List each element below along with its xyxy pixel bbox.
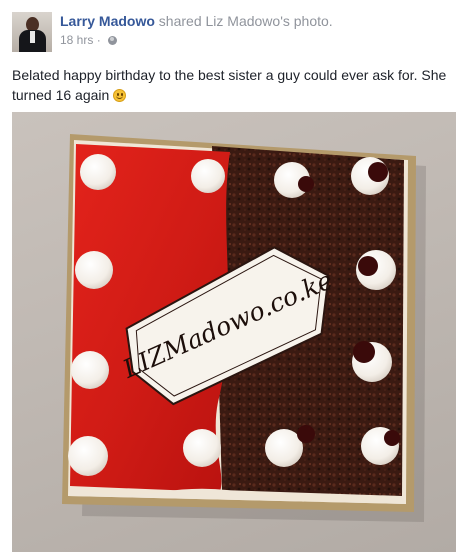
post-title-line: Larry Madowo shared Liz Madowo's photo. <box>60 13 333 29</box>
author-name-link[interactable]: Larry Madowo <box>60 13 155 29</box>
share-action-text[interactable]: shared Liz Madowo's photo. <box>159 13 333 29</box>
cake-photo-illustration: LIZMadowo.co.ke <box>62 134 426 522</box>
post-timestamp[interactable]: 18 hrs <box>60 33 93 47</box>
avatar-shirt-shape <box>30 31 35 43</box>
author-avatar[interactable] <box>12 12 52 52</box>
post-message-text: Belated happy birthday to the best siste… <box>12 67 447 103</box>
globe-icon[interactable] <box>108 36 118 45</box>
feed-post: Larry Madowo shared Liz Madowo's photo. … <box>0 0 456 552</box>
post-message: Belated happy birthday to the best siste… <box>12 65 456 105</box>
smiley-icon <box>113 89 127 102</box>
meta-separator: · <box>96 33 101 47</box>
post-meta: 18 hrs · <box>60 33 118 47</box>
shared-photo[interactable]: LIZMadowo.co.ke <box>12 112 456 552</box>
post-header: Larry Madowo shared Liz Madowo's photo. … <box>12 12 452 56</box>
